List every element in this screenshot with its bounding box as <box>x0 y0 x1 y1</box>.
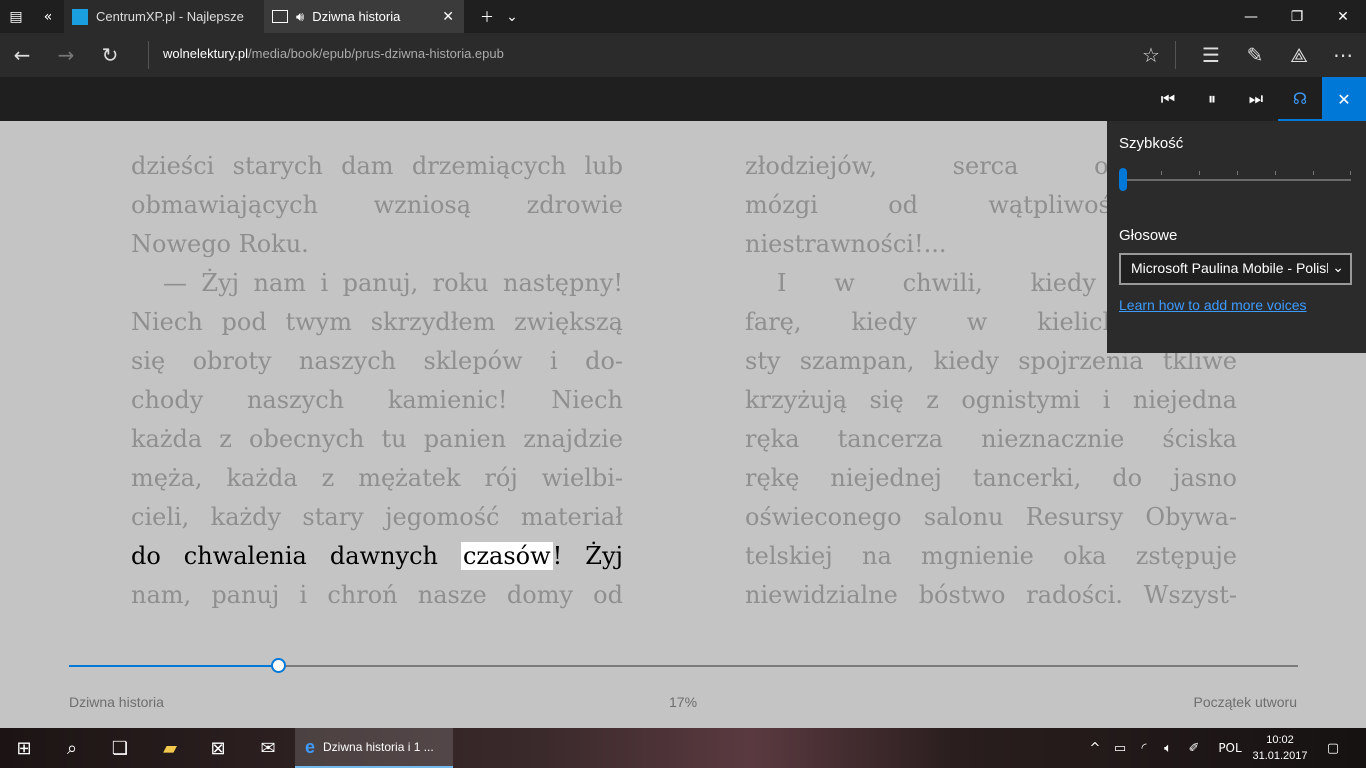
show-tabs-aside-icon[interactable]: « <box>32 0 64 33</box>
search-icon[interactable]: ⌕ <box>48 728 96 768</box>
slider-tick <box>1350 171 1351 175</box>
file-explorer-icon[interactable]: ▰ <box>146 728 194 768</box>
text-line: każda z obecnych tu panien znajdzie <box>131 425 623 453</box>
close-tab-icon[interactable]: ✕ <box>442 8 454 25</box>
action-center-icon[interactable]: ▢ <box>1318 728 1348 768</box>
more-icon[interactable]: ⋯ <box>1321 33 1365 77</box>
tab-bar: ▤ « CentrumXP.pl - Najlepsze 🔊︎ Dziwna h… <box>0 0 1366 33</box>
forward-button[interactable]: → <box>44 33 88 77</box>
text-line: dzieści starych dam drzemiących lub <box>131 152 623 180</box>
share-icon[interactable]: ⟁ <box>1277 33 1321 77</box>
text-line: obmawiających wzniosą zdrowie <box>131 191 623 219</box>
text-line: nam, panuj i chroń nasze domy od <box>131 581 623 609</box>
tab-title: Dziwna historia <box>312 9 401 24</box>
text-line: oświeconego salonu Resursy Obywa- <box>745 503 1237 531</box>
speed-label: Szybkość <box>1119 135 1184 152</box>
left-column: dzieści starych dam drzemiących lub obma… <box>131 147 623 615</box>
taskbar-clock[interactable]: 10:02 31.01.2017 <box>1248 732 1312 764</box>
hub-icon[interactable]: ☰ <box>1189 33 1233 77</box>
text-line: telskiej na mgnienie oka zstępuje <box>745 542 1237 570</box>
pause-icon[interactable]: ⏸ <box>1190 77 1234 121</box>
progress-percent: 17% <box>669 694 698 710</box>
taskbar-edge-item[interactable]: e Dziwna historia i 1 ... <box>295 728 453 768</box>
battery-icon[interactable]: ▭ <box>1108 728 1132 768</box>
taskbar-edge-label: Dziwna historia i 1 ... <box>323 740 434 754</box>
slider-tick <box>1199 171 1200 175</box>
text-line: krzyżują się z ognistymi i niejedna <box>745 386 1237 414</box>
slider-tick <box>1275 171 1276 175</box>
text-line: rękę niejednej tancerki, do jasno <box>745 464 1237 492</box>
clock-date: 31.01.2017 <box>1252 750 1308 762</box>
restore-button[interactable]: ❐ <box>1274 0 1320 33</box>
text-line: ręka tancerza nieznacznie ściska <box>745 425 1237 453</box>
next-paragraph-icon[interactable]: ⏭ <box>1234 77 1278 121</box>
edge-icon: e <box>305 736 316 757</box>
progress-fill <box>69 665 278 667</box>
volume-icon[interactable]: 🔈︎ <box>1156 728 1180 768</box>
text-line: niewidzialne bóstwo radości. Wszyst- <box>745 581 1237 609</box>
favorite-star-icon[interactable]: ☆ <box>1129 33 1173 77</box>
voice-select[interactable]: Microsoft Paulina Mobile - Polish ⌄ <box>1119 253 1352 285</box>
show-hidden-icons-chevron-icon[interactable]: ^ <box>1084 728 1106 768</box>
centrumxp-logo-icon <box>72 8 88 25</box>
windows-start-icon[interactable]: ⊞ <box>0 728 48 768</box>
web-note-icon[interactable]: ✎ <box>1233 33 1277 77</box>
previous-paragraph-icon[interactable]: ⏮ <box>1146 77 1190 121</box>
divider <box>1175 41 1176 69</box>
book-title-footer: Dziwna historia <box>69 694 164 710</box>
text-line: Nowego Roku. <box>131 230 309 258</box>
tab-list-icon[interactable]: ▤ <box>0 0 32 33</box>
speed-slider[interactable] <box>1123 171 1351 181</box>
text-line: męża, każda z mężatek rój wielbi- <box>131 464 623 492</box>
input-language[interactable]: POL <box>1212 728 1248 768</box>
url-field[interactable]: wolnelektury.pl/media/book/epub/prus-dzi… <box>163 46 504 61</box>
current-line-after: ! Żyj <box>552 542 623 570</box>
audio-playing-icon: 🔊︎ <box>296 8 305 24</box>
back-button[interactable]: ← <box>0 33 44 77</box>
chevron-down-icon: ⌄ <box>1328 259 1344 276</box>
tab-preview-chevron-icon[interactable]: ⌄ <box>490 0 534 33</box>
task-view-icon[interactable]: ❏ <box>96 728 144 768</box>
close-window-button[interactable]: ✕ <box>1320 0 1366 33</box>
voice-settings-icon[interactable]: ☊ <box>1278 77 1322 121</box>
tab-title: CentrumXP.pl - Najlepsze <box>96 9 244 24</box>
close-read-aloud-icon[interactable]: ✕ <box>1322 77 1366 121</box>
reading-toolbar: ⏮ ⏸ ⏭ ☊ ✕ <box>0 77 1366 121</box>
divider <box>148 41 149 69</box>
network-icon[interactable]: ◜ <box>1132 728 1156 768</box>
clock-time: 10:02 <box>1266 734 1294 746</box>
taskbar: ⊞ ⌕ ❏ ▰ ⊠ ✉ e Dziwna historia i 1 ... ^ … <box>0 728 1366 768</box>
tab-centrumxp[interactable]: CentrumXP.pl - Najlepsze <box>64 0 264 33</box>
slider-tick <box>1161 171 1162 175</box>
book-progress-slider[interactable] <box>69 658 1298 673</box>
url-path: /media/book/epub/prus-dziwna-historia.ep… <box>248 46 504 61</box>
text-line: cieli, każdy stary jegomość materiał <box>131 503 623 531</box>
reading-view-icon <box>272 10 288 23</box>
current-line-before: do chwalenia dawnych <box>131 542 438 570</box>
minimize-button[interactable]: — <box>1228 0 1274 33</box>
learn-more-voices-link[interactable]: Learn how to add more voices <box>1119 297 1307 313</box>
address-bar: ← → ↻ wolnelektury.pl/media/book/epub/pr… <box>0 33 1366 77</box>
voice-settings-panel: Szybkość Głosowe Microsoft Paulina Mobil… <box>1107 121 1366 353</box>
chapter-link[interactable]: Początek utworu <box>1194 694 1298 710</box>
voices-label: Głosowe <box>1119 227 1178 244</box>
current-word-highlight: czasów <box>460 542 553 570</box>
text-line: się obroty naszych sklepów i do- <box>131 347 623 375</box>
progress-thumb[interactable] <box>270 658 286 673</box>
text-line: Niech pod twym skrzydłem zwiększą <box>131 308 623 336</box>
mail-icon[interactable]: ✉ <box>244 728 292 768</box>
tab-dziwna-historia[interactable]: 🔊︎ Dziwna historia ✕ <box>264 0 464 33</box>
refresh-button[interactable]: ↻ <box>88 33 132 77</box>
slider-tick <box>1313 171 1314 175</box>
text-line: chody naszych kamienic! Niech <box>131 386 623 414</box>
slider-tick <box>1237 171 1238 175</box>
current-read-line: do chwalenia dawnych czasów! Żyj <box>131 537 623 576</box>
text-line: — Żyj nam i panuj, roku następny! <box>163 269 623 297</box>
store-icon[interactable]: ⊠ <box>194 728 242 768</box>
voice-selected-value: Microsoft Paulina Mobile - Polish <box>1131 260 1335 276</box>
speed-slider-thumb[interactable] <box>1119 168 1127 191</box>
pen-workspace-icon[interactable]: ✐ <box>1182 728 1206 768</box>
url-host: wolnelektury.pl <box>163 46 249 61</box>
